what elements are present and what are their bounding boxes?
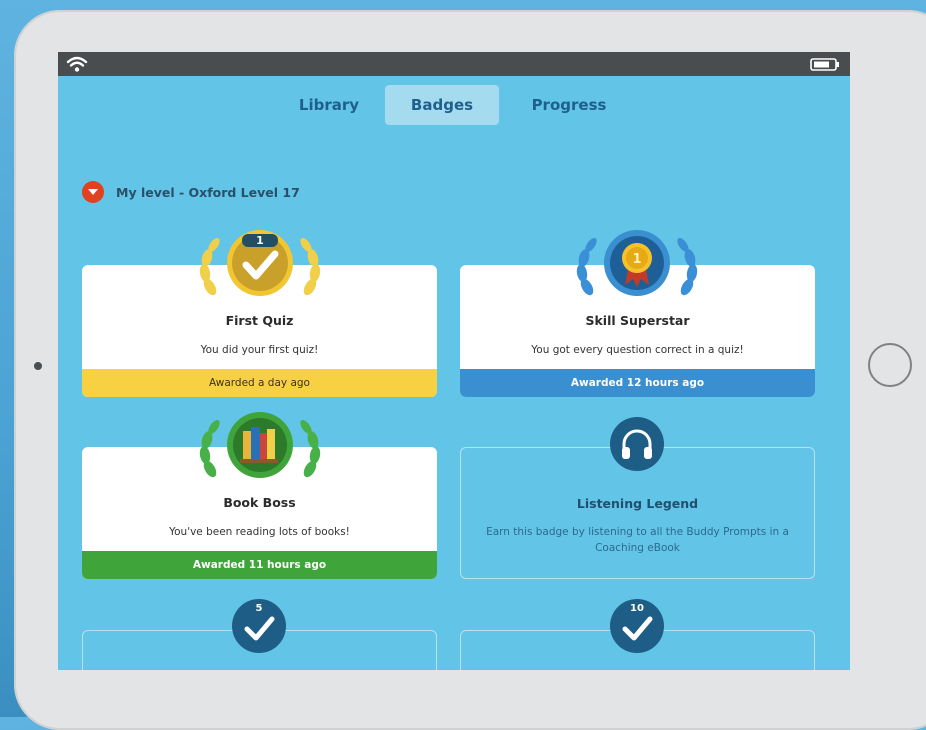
badge-title: Listening Legend xyxy=(576,496,699,511)
badge-awarded: Awarded 11 hours ago xyxy=(82,551,437,579)
chevron-down-icon[interactable] xyxy=(82,181,104,203)
checkmark-badge-icon: 10 xyxy=(610,599,664,653)
checkmark-medal-icon: 1 xyxy=(199,230,321,296)
home-button[interactable] xyxy=(868,343,912,387)
badge-number: 1 xyxy=(256,234,264,247)
tab-progress[interactable]: Progress xyxy=(512,85,626,125)
badge-description: You did your first quiz! xyxy=(200,344,319,356)
status-bar xyxy=(58,52,850,76)
battery-icon xyxy=(810,58,839,71)
badge-description: You got every question correct in a quiz… xyxy=(531,344,744,356)
level-label: My level - Oxford Level 17 xyxy=(116,184,300,200)
badge-title: Book Boss xyxy=(223,495,296,510)
badge-description: Earn this badge by listening to all the … xyxy=(486,526,789,554)
tab-library[interactable]: Library xyxy=(272,85,386,125)
badge-number: 1 xyxy=(632,252,641,267)
badge-awarded: Awarded 12 hours ago xyxy=(460,369,815,397)
camera-dot xyxy=(34,362,42,370)
badge-number: 10 xyxy=(630,603,644,614)
books-icon xyxy=(199,412,321,478)
headphones-icon xyxy=(610,417,664,471)
badge-awarded: Awarded a day ago xyxy=(82,369,437,397)
tab-bar: Library Badges Progress xyxy=(58,85,850,125)
gold-medal-icon: 1 xyxy=(576,230,698,296)
tab-badges[interactable]: Badges xyxy=(385,85,499,125)
wifi-icon xyxy=(66,56,88,72)
badge-number: 5 xyxy=(256,603,263,614)
checkmark-badge-icon: 5 xyxy=(232,599,286,653)
badge-title: Skill Superstar xyxy=(585,313,690,328)
badge-title: First Quiz xyxy=(225,313,294,328)
badge-description: You've been reading lots of books! xyxy=(169,526,350,538)
level-selector[interactable]: My level - Oxford Level 17 xyxy=(82,180,300,204)
app-screen: Library Badges Progress My level - Oxfor… xyxy=(58,52,850,670)
